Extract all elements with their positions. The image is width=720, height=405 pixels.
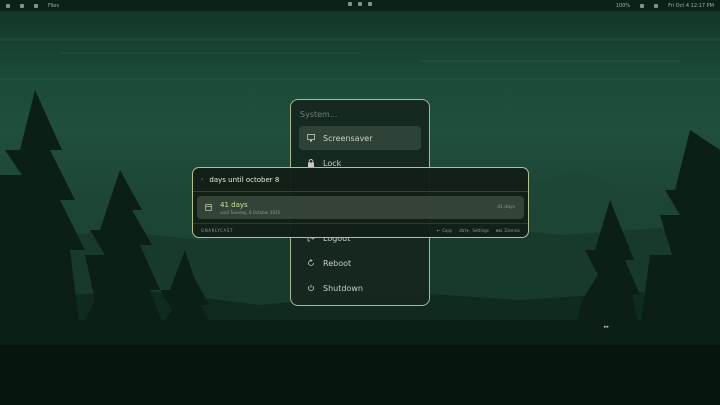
- footer-actions: ↵ Copy ctrl+, Settings esc Dismiss: [437, 228, 520, 233]
- reboot-icon: [307, 259, 315, 267]
- top-bar: Files 100% Fri Oct 4 12:17 PM: [0, 0, 720, 11]
- calculator-result-item[interactable]: 41 days until Tuesday, 8 October 2025 41…: [197, 196, 524, 219]
- tray-icon[interactable]: [640, 3, 645, 8]
- back-arrow-icon[interactable]: ‹: [201, 176, 203, 183]
- power-icon: [307, 284, 315, 292]
- settings-key: ctrl+,: [459, 228, 471, 233]
- system-item-label: Reboot: [323, 258, 352, 268]
- workspace-icon[interactable]: [6, 3, 10, 8]
- active-window-label[interactable]: Files: [48, 3, 59, 9]
- result-subtitle: until Tuesday, 8 October 2025: [220, 209, 281, 215]
- system-item-label: Shutdown: [323, 283, 363, 293]
- notification-icon[interactable]: [654, 3, 659, 8]
- launcher-footer: GNARLYCAST ↵ Copy ctrl+, Settings esc Dismi…: [193, 223, 528, 237]
- top-bar-tray: [348, 2, 372, 6]
- result-title: 41 days: [220, 200, 248, 209]
- wifi-icon[interactable]: [348, 2, 352, 6]
- launcher-search-input[interactable]: days until october 8: [209, 176, 279, 184]
- apps-icon[interactable]: [20, 3, 24, 8]
- battery-label[interactable]: 100%: [616, 3, 630, 9]
- copy-key: ↵: [436, 228, 441, 233]
- dismiss-label: Dismiss: [504, 228, 520, 233]
- dismiss-action[interactable]: esc Dismiss: [496, 228, 520, 233]
- system-item-shutdown[interactable]: Shutdown: [299, 276, 421, 300]
- system-search-input[interactable]: System...: [299, 108, 421, 126]
- top-bar-right: 100% Fri Oct 4 12:17 PM: [616, 3, 714, 9]
- system-item-label: Screensaver: [323, 133, 373, 143]
- result-texts: 41 days until Tuesday, 8 October 2025: [220, 201, 280, 215]
- launcher-brand: GNARLYCAST: [201, 228, 234, 233]
- copy-action[interactable]: ↵ Copy: [437, 228, 453, 233]
- top-bar-left: Files: [6, 3, 59, 9]
- result-accessory: 41 days: [497, 205, 515, 210]
- system-item-reboot[interactable]: Reboot: [299, 251, 421, 275]
- calendar-icon: [205, 204, 212, 211]
- window-icon[interactable]: [34, 3, 38, 8]
- launcher-search-bar: ‹ days until october 8: [193, 168, 528, 192]
- system-item-screensaver[interactable]: Screensaver: [299, 126, 421, 150]
- volume-icon[interactable]: [358, 2, 362, 6]
- monitor-icon: [307, 134, 315, 142]
- lock-icon: [307, 159, 315, 167]
- settings-label: Settings: [472, 228, 489, 233]
- clock-label[interactable]: Fri Oct 4 12:17 PM: [668, 3, 714, 9]
- launcher-panel: ‹ days until october 8 41 days until Tue…: [192, 167, 529, 238]
- copy-label: Copy: [442, 228, 453, 233]
- mouse-cursor-icon: ▸▸: [604, 324, 610, 330]
- dismiss-key: esc: [495, 228, 503, 233]
- settings-action[interactable]: ctrl+, Settings: [459, 228, 489, 233]
- bluetooth-icon[interactable]: [368, 2, 372, 6]
